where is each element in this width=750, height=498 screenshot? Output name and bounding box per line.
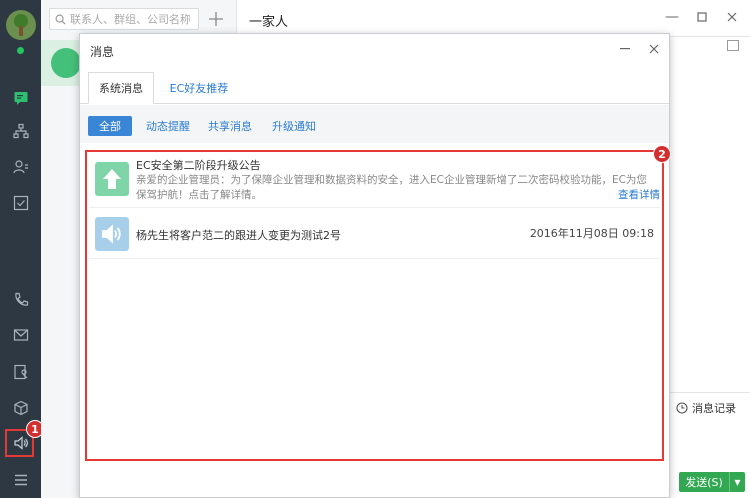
- search-box[interactable]: [49, 8, 199, 30]
- divider: [670, 36, 750, 37]
- tab-ec-friend-recommend[interactable]: EC好友推荐: [164, 72, 234, 104]
- maximize-button[interactable]: [692, 8, 712, 26]
- filter-shared[interactable]: 共享消息: [204, 116, 256, 136]
- send-button[interactable]: 发送(S) ▼: [679, 472, 745, 492]
- minimize-icon: [620, 48, 630, 50]
- chevron-down-icon[interactable]: ▼: [730, 478, 745, 487]
- tab-system-messages[interactable]: 系统消息: [88, 72, 154, 104]
- phone-icon[interactable]: [0, 290, 41, 310]
- message-time: 2016年11月08日 09:18: [529, 227, 654, 240]
- clock-icon: [676, 402, 688, 414]
- contact-avatar: [51, 48, 81, 78]
- dialog-title: 消息: [90, 45, 115, 59]
- filter-bar: 全部 动态提醒 共享消息 升级通知: [80, 105, 669, 143]
- document-icon[interactable]: [0, 362, 41, 382]
- menu-icon[interactable]: [0, 470, 41, 490]
- user-avatar[interactable]: [6, 10, 36, 40]
- filter-activity[interactable]: 动态提醒: [142, 116, 194, 136]
- chat-header: 一家人 —: [237, 0, 750, 36]
- arrow-up-icon: [95, 162, 129, 196]
- chat-title: 一家人: [249, 15, 289, 30]
- online-status-icon: [16, 46, 25, 55]
- maximize-icon: [697, 12, 707, 22]
- side-panel-icon[interactable]: [727, 40, 739, 51]
- dialog-tabs: 系统消息 EC好友推荐: [80, 72, 669, 104]
- message-dialog: 消息 系统消息 EC好友推荐 全部 动态提醒 共享消息 升级通知 EC安全第二阶…: [79, 33, 670, 498]
- minimize-button[interactable]: —: [662, 8, 682, 26]
- chat-icon[interactable]: [0, 88, 41, 108]
- divider: [670, 392, 750, 393]
- org-chart-icon[interactable]: [0, 121, 41, 141]
- close-icon: [649, 44, 659, 54]
- search-icon: [55, 14, 66, 25]
- close-button[interactable]: [722, 8, 742, 26]
- annotation-badge-2: 2: [653, 145, 671, 163]
- send-label: 发送(S): [685, 476, 723, 489]
- history-label: 消息记录: [692, 402, 736, 415]
- message-body: 亲爱的企业管理员：为了保障企业管理和数据资料的安全，进入EC企业管理新增了二次密…: [136, 174, 647, 201]
- search-input[interactable]: [70, 12, 190, 26]
- speaker-icon: [95, 217, 129, 251]
- task-icon[interactable]: [0, 193, 41, 213]
- close-icon: [727, 12, 737, 22]
- filter-upgrade[interactable]: 升级通知: [268, 116, 320, 136]
- message-list: EC安全第二阶段升级公告 亲爱的企业管理员：为了保障企业管理和数据资料的安全，进…: [85, 150, 664, 461]
- view-details-link[interactable]: 查看详情: [616, 187, 660, 202]
- list-item[interactable]: 杨先生将客户范二的跟进人变更为测试2号 2016年11月08日 09:18: [89, 209, 660, 259]
- dialog-minimize-button[interactable]: [616, 40, 634, 58]
- list-item[interactable]: EC安全第二阶段升级公告 亲爱的企业管理员：为了保障企业管理和数据资料的安全，进…: [89, 152, 660, 208]
- filter-all[interactable]: 全部: [88, 116, 132, 136]
- plus-icon: [209, 12, 223, 26]
- mail-icon[interactable]: [0, 325, 41, 345]
- dialog-close-button[interactable]: [645, 40, 663, 58]
- message-history-button[interactable]: 消息记录: [676, 400, 736, 416]
- contacts-icon[interactable]: [0, 157, 41, 177]
- message-title: EC安全第二阶段升级公告: [136, 159, 261, 172]
- add-button[interactable]: [205, 8, 227, 30]
- cube-icon[interactable]: [0, 398, 41, 418]
- message-title: 杨先生将客户范二的跟进人变更为测试2号: [136, 229, 341, 242]
